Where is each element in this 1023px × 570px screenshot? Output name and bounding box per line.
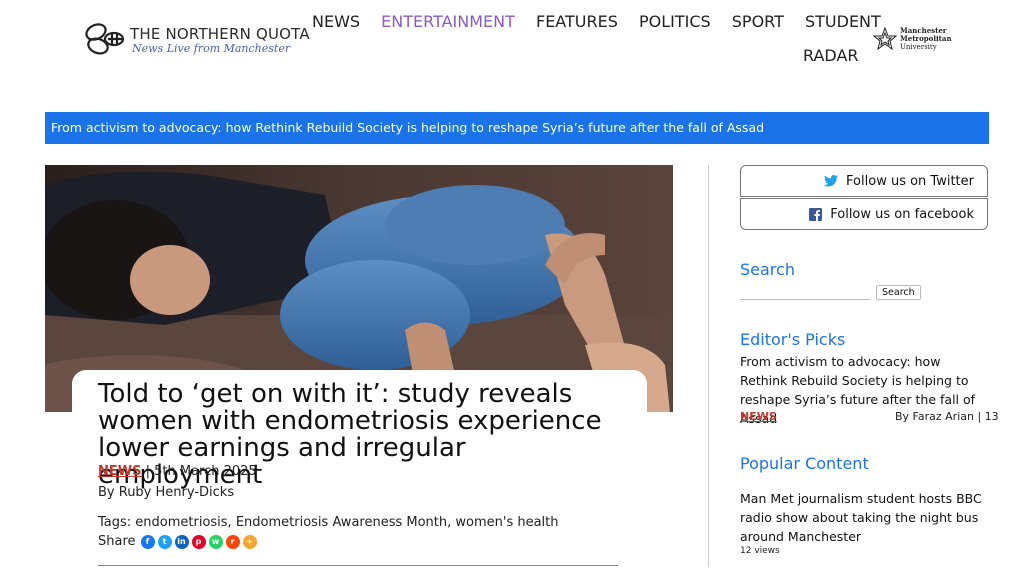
nav-item-radar[interactable]: RADAR: [803, 46, 859, 65]
partner-line-3: University: [900, 43, 937, 51]
nav-item-news[interactable]: NEWS: [312, 12, 360, 31]
search-button[interactable]: Search: [876, 285, 921, 300]
brand-name: THE NORTHERN QUOTA: [130, 25, 310, 43]
nav-item-student[interactable]: STUDENT: [805, 12, 881, 31]
mmu-crest-icon: [873, 27, 897, 51]
search-heading: Search: [740, 260, 795, 279]
article-tags: Tags: endometriosis, Endometriosis Aware…: [98, 515, 559, 530]
follow-twitter-button[interactable]: Follow us on Twitter: [740, 165, 988, 197]
article-category-link[interactable]: NEWS: [98, 464, 141, 479]
popular-content-heading: Popular Content: [740, 454, 869, 473]
more-icon[interactable]: +: [242, 534, 257, 549]
editors-picks-heading: Editor's Picks: [740, 330, 846, 349]
share-bar: Share f t in p w r +: [98, 534, 260, 549]
twitter-icon[interactable]: t: [157, 534, 172, 549]
brand-tagline: News Live from Manchester: [132, 42, 291, 55]
facebook-square-icon: [809, 207, 823, 221]
article-divider: [98, 565, 618, 566]
bee-logo-icon: [85, 23, 125, 55]
reddit-icon[interactable]: r: [225, 534, 240, 549]
whatsapp-icon[interactable]: w: [208, 534, 223, 549]
editors-pick-byline: By Faraz Arian | 13: [895, 410, 999, 423]
site-logo[interactable]: THE NORTHERN QUOTA News Live from Manche…: [84, 20, 324, 62]
follow-facebook-label: Follow us on facebook: [830, 206, 974, 222]
article-date: | 5th March 2025: [145, 464, 257, 479]
linkedin-icon[interactable]: in: [174, 534, 189, 549]
search-input[interactable]: [740, 285, 870, 300]
pinterest-icon[interactable]: p: [191, 534, 206, 549]
column-divider: [708, 165, 709, 567]
article-byline: By Ruby Henry-Dicks: [98, 485, 235, 500]
breaking-ticker[interactable]: From activism to advocacy: how Rethink R…: [45, 112, 989, 144]
nav-item-politics[interactable]: POLITICS: [639, 12, 711, 31]
editors-pick-category[interactable]: NEWS: [740, 410, 777, 423]
share-label: Share: [98, 534, 136, 549]
popular-item-title[interactable]: Man Met journalism student hosts BBC rad…: [740, 489, 990, 546]
partner-logo[interactable]: Manchester Metropolitan University: [873, 27, 963, 57]
nav-item-entertainment[interactable]: ENTERTAINMENT: [381, 12, 515, 31]
article-meta: NEWS | 5th March 2025: [98, 464, 257, 479]
nav-item-sport[interactable]: SPORT: [732, 12, 784, 31]
facebook-icon[interactable]: f: [140, 534, 155, 549]
follow-twitter-label: Follow us on Twitter: [846, 173, 974, 189]
partner-line-2: Metropolitan: [900, 34, 952, 43]
popular-item-views: 12 views: [740, 546, 780, 556]
nav-item-features[interactable]: FEATURES: [536, 12, 618, 31]
twitter-bird-icon: [824, 175, 839, 187]
follow-facebook-button[interactable]: Follow us on facebook: [740, 198, 988, 230]
